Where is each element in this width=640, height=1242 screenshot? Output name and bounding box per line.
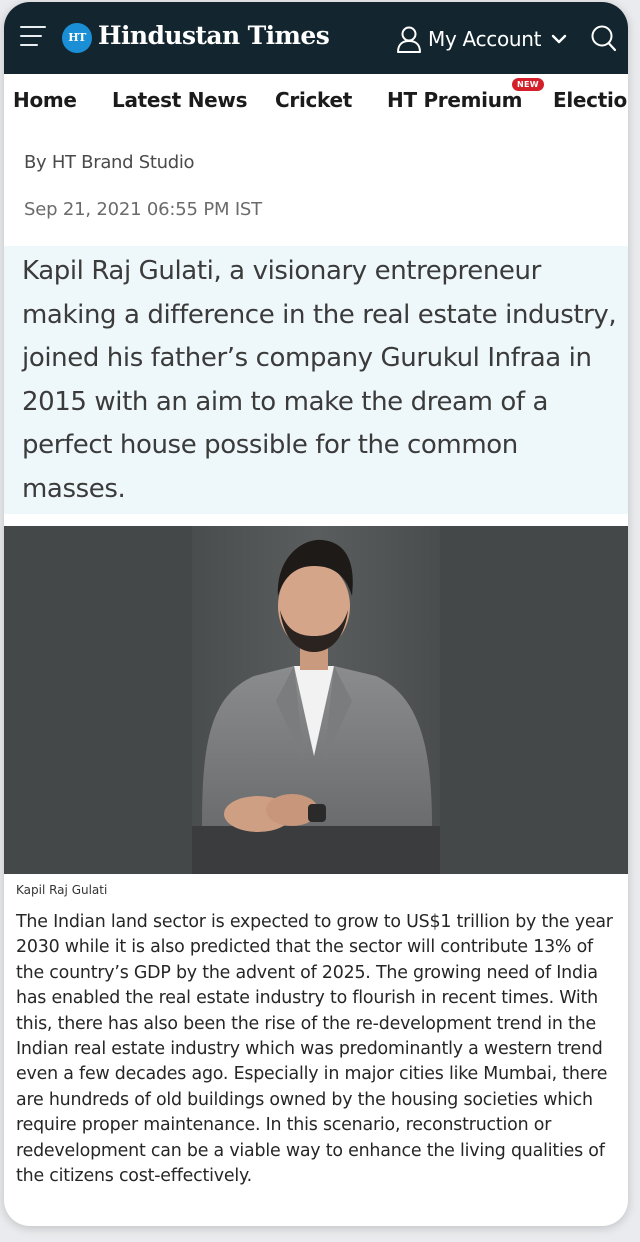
nav-ht-premium[interactable]: HT Premium xyxy=(387,88,523,112)
article-date: Sep 21, 2021 06:55 PM IST xyxy=(24,199,262,220)
chevron-down-icon xyxy=(552,34,567,44)
nav-elections[interactable]: Elections xyxy=(553,88,628,112)
my-account-button[interactable]: My Account xyxy=(396,24,569,54)
nav-latest-news[interactable]: Latest News xyxy=(112,88,247,112)
portrait-illustration xyxy=(4,526,628,874)
article-summary-box: Kapil Raj Gulati, a visionary entreprene… xyxy=(4,246,628,514)
nav-home[interactable]: Home xyxy=(13,88,77,112)
my-account-label: My Account xyxy=(428,27,542,51)
article-summary: Kapil Raj Gulati, a visionary entreprene… xyxy=(22,256,617,504)
search-button[interactable] xyxy=(590,24,618,58)
article-photo xyxy=(4,526,628,874)
user-icon xyxy=(397,26,421,53)
top-header: HT Hindustan Times My Account xyxy=(4,2,628,74)
image-caption: Kapil Raj Gulati xyxy=(16,883,108,897)
article-body: The Indian land sector is expected to gr… xyxy=(16,912,613,1187)
search-icon xyxy=(591,25,617,52)
nav-cricket[interactable]: Cricket xyxy=(275,88,352,112)
article-byline[interactable]: By HT Brand Studio xyxy=(24,152,195,173)
new-badge: NEW xyxy=(512,78,544,91)
phone-frame: HT Hindustan Times My Account Home Lates… xyxy=(4,2,628,1226)
ht-logo-badge[interactable]: HT xyxy=(62,23,92,53)
section-nav: Home Latest News Cricket HT Premium NEW … xyxy=(4,74,628,128)
site-logo[interactable]: Hindustan Times xyxy=(98,21,330,50)
hamburger-menu-icon[interactable] xyxy=(20,26,46,46)
